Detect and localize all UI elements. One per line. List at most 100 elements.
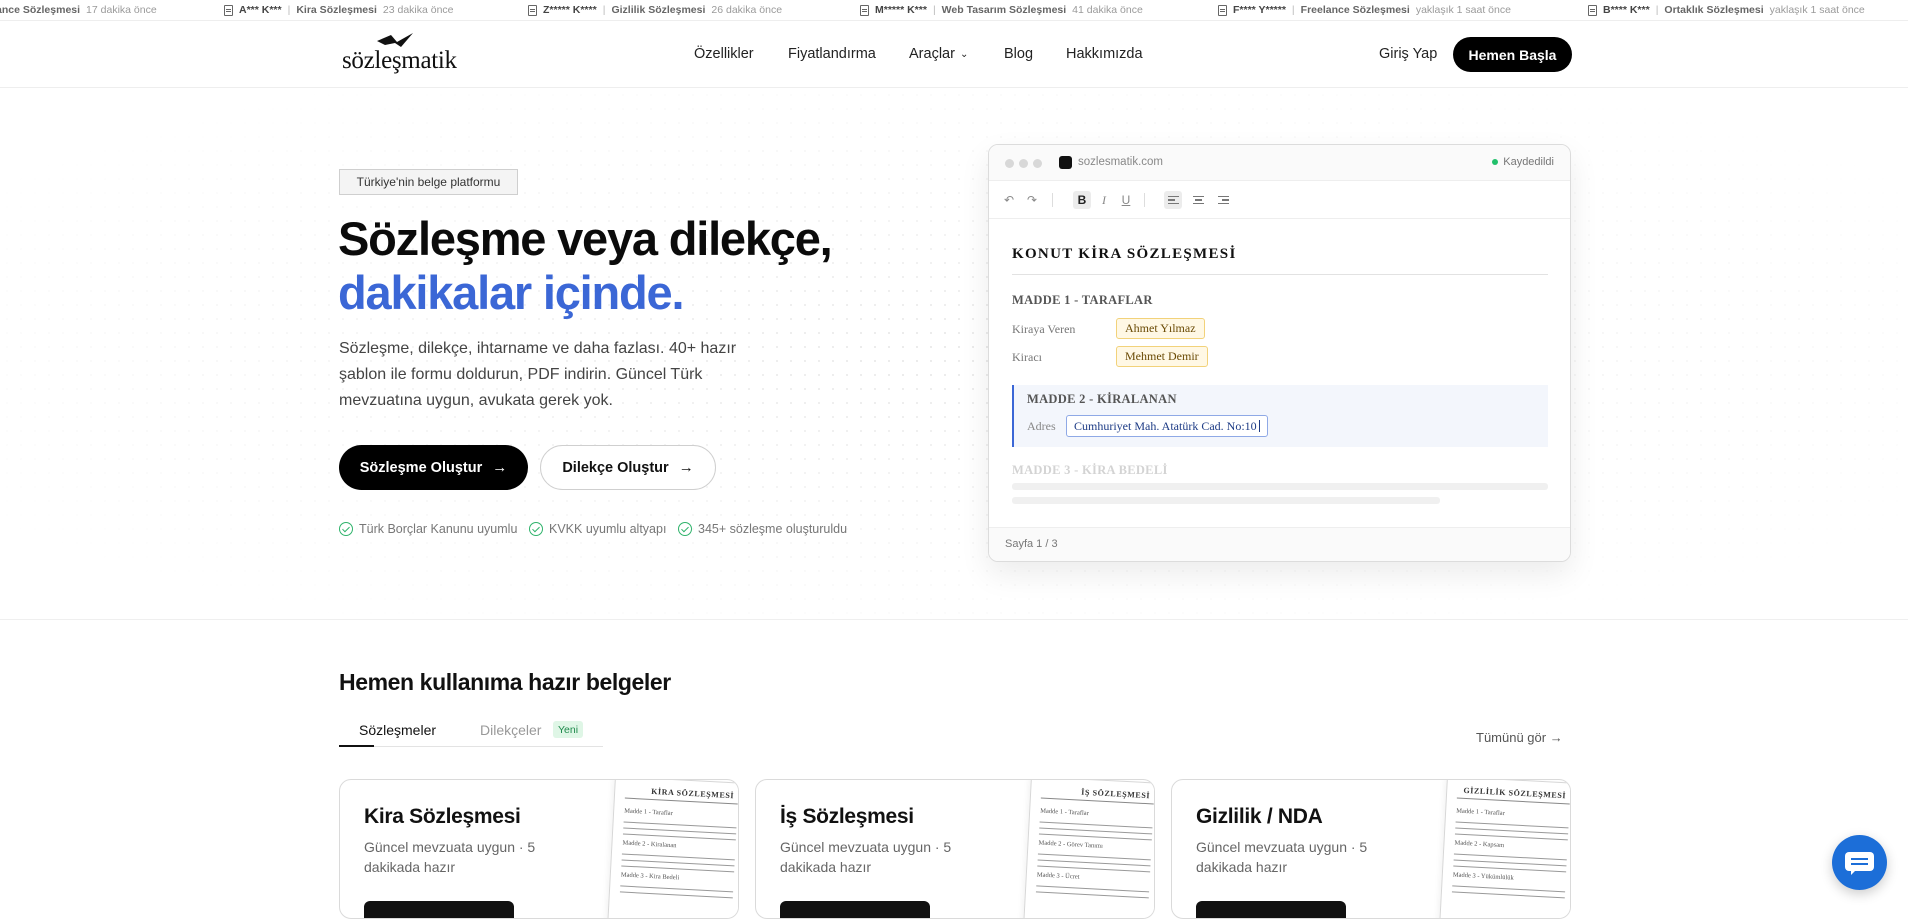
section-title: Hemen kullanıma hazır belgeler (339, 669, 671, 695)
feature-label: Türk Borçlar Kanunu uyumlu (359, 522, 518, 536)
landlord-field[interactable]: Ahmet Yılmaz (1116, 318, 1205, 339)
tab-contracts[interactable]: Sözleşmeler (359, 722, 436, 738)
hero-title-line1: Sözleşme veya dilekçe, (338, 212, 833, 265)
card-button[interactable] (364, 901, 514, 918)
feature-item: Türk Borçlar Kanunu uyumlu (339, 522, 517, 536)
browser-bar: sozlesmatik.com Kaydedildi (989, 145, 1570, 181)
document-title: KONUT KİRA SÖZLEŞMESİ (1012, 246, 1237, 262)
thumbnail-item: Madde 3 - Ücret (1036, 871, 1080, 881)
login-link[interactable]: Giriş Yap (1379, 46, 1437, 62)
window-dot-icon (1019, 159, 1028, 168)
nav-tools[interactable]: Araçlar ⌄ (909, 46, 968, 62)
site-logo[interactable]: sözleşmatik (342, 33, 462, 79)
new-badge: Yeni (553, 721, 584, 738)
url-text: sozlesmatik.com (1078, 156, 1163, 168)
align-left-icon[interactable] (1164, 191, 1182, 209)
document-thumbnail: KİRA SÖZLEŞMESİ Madde 1 - Taraflar Madde… (606, 780, 738, 918)
create-contract-button[interactable]: Sözleşme Oluştur → (339, 445, 528, 490)
arrow-right-icon: → (678, 459, 694, 476)
clause-heading: MADDE 1 - TARAFLAR (1012, 293, 1153, 307)
italic-icon[interactable]: I (1095, 191, 1113, 209)
template-card[interactable]: İş Sözleşmesi Güncel mevzuata uygun · 5 … (755, 779, 1155, 919)
ticker-time: yaklaşık 1 saat önce (1769, 4, 1865, 16)
ticker-item: ance Sözleşmesi 17 dakika önce (0, 4, 157, 16)
nav-pricing[interactable]: Fiyatlandırma (788, 46, 876, 62)
align-center-icon[interactable] (1189, 191, 1207, 209)
chat-bubble-icon (1845, 852, 1874, 875)
ticker-time: 17 dakika önce (86, 4, 157, 16)
card-title: Kira Sözleşmesi (364, 805, 521, 828)
editor-toolbar: ↶ ↷ B I U (989, 181, 1570, 219)
card-button[interactable] (780, 901, 930, 918)
nav-tools-label: Araçlar (909, 46, 955, 62)
card-button[interactable] (1196, 901, 1346, 918)
bold-icon[interactable]: B (1073, 191, 1091, 209)
field-label: Adres (1027, 419, 1056, 433)
chat-button[interactable] (1832, 835, 1887, 890)
underline-icon[interactable]: U (1117, 191, 1135, 209)
card-title: İş Sözleşmesi (780, 805, 914, 828)
document-thumbnail: GİZLİLİK SÖZLEŞMESİ Madde 1 - Taraflar M… (1438, 780, 1570, 918)
ticker-time: yaklaşık 1 saat önce (1415, 4, 1511, 16)
template-card[interactable]: Kira Sözleşmesi Güncel mevzuata uygun · … (339, 779, 739, 919)
thumbnail-title: KİRA SÖZLEŞMESİ (650, 786, 735, 801)
arrow-right-icon: → (492, 459, 508, 476)
undo-icon[interactable]: ↶ (1000, 191, 1018, 209)
toolbar-divider (1144, 193, 1145, 207)
template-tabs: Sözleşmeler Dilekçeler Yeni (339, 720, 603, 747)
hero-title-line2: dakikalar içinde. (338, 266, 685, 319)
status-dot-icon (1492, 159, 1499, 165)
ticker-type: Freelance Sözleşmesi (1300, 4, 1410, 16)
nav-about[interactable]: Hakkımızda (1066, 46, 1143, 62)
thumbnail-item: Madde 1 - Taraflar (1455, 807, 1505, 818)
editor-preview: sozlesmatik.com Kaydedildi ↶ ↷ B I U KON… (988, 144, 1571, 562)
site-header: sözleşmatik Özellikler Fiyatlandırma Ara… (0, 22, 1908, 88)
create-petition-button[interactable]: Dilekçe Oluştur → (540, 445, 716, 490)
tenant-field[interactable]: Mehmet Demir (1116, 346, 1208, 367)
thumbnail-item: Madde 2 - Kiralanan (622, 839, 677, 850)
align-right-icon[interactable] (1214, 191, 1232, 209)
feature-label: 345+ sözleşme oluşturuldu (698, 522, 848, 536)
check-circle-icon (529, 522, 543, 536)
document-thumbnail: İŞ SÖZLEŞMESİ Madde 1 - Taraflar Madde 2… (1022, 780, 1154, 918)
get-started-button[interactable]: Hemen Başla (1453, 37, 1572, 72)
loading-line (1012, 497, 1440, 504)
ticker-time: 23 dakika önce (382, 4, 454, 16)
page-indicator: Sayfa 1 / 3 (1005, 538, 1058, 550)
nav-features[interactable]: Özellikler (694, 46, 754, 62)
field-label: Kiraya Veren (1012, 322, 1076, 336)
clause-heading: MADDE 3 - KİRA BEDELİ (1012, 463, 1168, 477)
ticker-type: Ortaklık Sözleşmesi (1664, 4, 1764, 16)
document-icon (1588, 4, 1597, 16)
tab-petitions[interactable]: Dilekçeler (480, 722, 541, 738)
active-tab-indicator (339, 745, 374, 747)
nav-blog[interactable]: Blog (1004, 46, 1033, 62)
toolbar-divider (1052, 193, 1053, 207)
see-all-link[interactable]: Tümünü gör → (1476, 730, 1563, 745)
ticker-name: B**** K*** (1603, 4, 1650, 16)
text-caret (1258, 420, 1260, 432)
feature-item: 345+ sözleşme oluşturuldu (678, 522, 847, 536)
card-subtitle: Güncel mevzuata uygun · 5 dakikada hazır (364, 839, 536, 875)
redo-icon[interactable]: ↷ (1023, 191, 1041, 209)
logo-text: sözleşmatik (342, 47, 457, 74)
card-subtitle: Güncel mevzuata uygun · 5 dakikada hazır (780, 839, 952, 875)
title-rule (1012, 274, 1548, 275)
address-field[interactable]: Cumhuriyet Mah. Atatürk Cad. No:10 (1066, 415, 1268, 437)
feature-label: KVKK uyumlu altyapı (549, 522, 667, 536)
template-card[interactable]: Gizlilik / NDA Güncel mevzuata uygun · 5… (1171, 779, 1571, 919)
thumbnail-item: Madde 1 - Taraflar (1039, 807, 1089, 818)
field-label: Kiracı (1012, 350, 1042, 364)
chevron-down-icon: ⌄ (959, 49, 969, 60)
ticker-item: Z***** K**** | Gizlilik Sözleşmesi 26 da… (528, 4, 782, 16)
activity-ticker: ance Sözleşmesi 17 dakika önce A*** K***… (0, 0, 1908, 21)
save-status: Kaydedildi (1492, 156, 1554, 168)
address-value: Cumhuriyet Mah. Atatürk Cad. No:10 (1074, 418, 1257, 433)
save-status-label: Kaydedildi (1503, 156, 1554, 168)
active-clause: MADDE 2 - KİRALANAN Adres Cumhuriyet Mah… (1012, 385, 1548, 447)
ticker-type: Kira Sözleşmesi (296, 4, 377, 16)
ticker-item: F**** Y***** | Freelance Sözleşmesi yakl… (1218, 4, 1511, 16)
thumbnail-item: Madde 3 - Kira Bedeli (620, 871, 680, 882)
hero-badge: Türkiye'nin belge platformu (339, 169, 518, 195)
section-divider (0, 619, 1908, 620)
